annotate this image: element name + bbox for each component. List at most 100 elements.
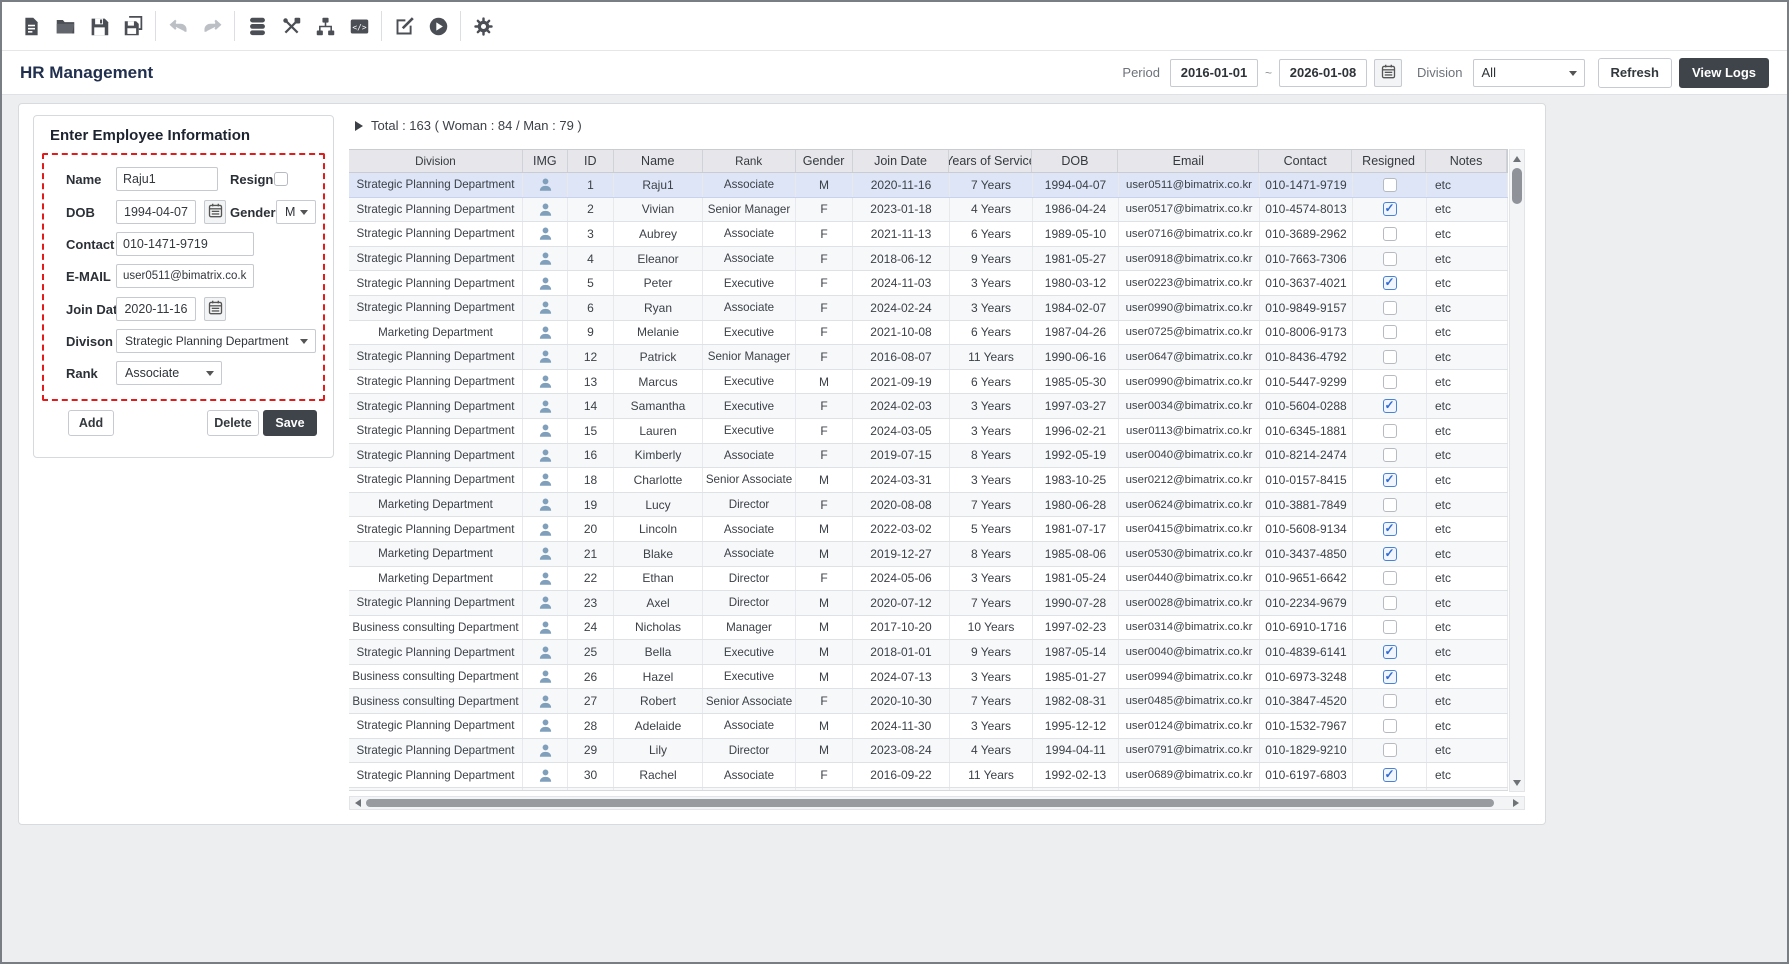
column-header[interactable]: Join Date <box>853 150 950 172</box>
resigned-checkbox[interactable] <box>1383 301 1397 315</box>
table-row[interactable] <box>349 788 1508 791</box>
column-header[interactable]: Contact <box>1259 150 1352 172</box>
resigned-checkbox[interactable] <box>1383 768 1397 782</box>
period-calendar-button[interactable] <box>1374 59 1402 87</box>
resigned-checkbox[interactable] <box>1383 743 1397 757</box>
horizontal-scrollbar[interactable] <box>349 796 1525 810</box>
column-header[interactable]: Notes <box>1426 150 1507 172</box>
column-header[interactable]: Resigned <box>1352 150 1426 172</box>
resigned-checkbox[interactable] <box>1383 227 1397 241</box>
scroll-left-arrow-icon[interactable] <box>351 797 365 809</box>
contact-field[interactable] <box>116 232 254 256</box>
save-icon[interactable] <box>82 10 116 42</box>
table-row[interactable]: Strategic Planning Department20LincolnAs… <box>349 517 1508 542</box>
table-row[interactable]: Marketing Department19LucyDirectorF2020-… <box>349 493 1508 518</box>
period-to-input[interactable] <box>1279 59 1367 87</box>
scroll-up-arrow-icon[interactable] <box>1510 151 1524 166</box>
name-field[interactable] <box>116 167 218 191</box>
table-row[interactable]: Marketing Department21BlakeAssociateM201… <box>349 542 1508 567</box>
column-header[interactable]: Years of Service <box>949 150 1032 172</box>
database-icon[interactable] <box>240 10 274 42</box>
resign-checkbox[interactable] <box>274 172 288 186</box>
scroll-right-arrow-icon[interactable] <box>1509 797 1523 809</box>
edit-icon[interactable] <box>387 10 421 42</box>
resigned-checkbox[interactable] <box>1383 719 1397 733</box>
resigned-checkbox[interactable] <box>1383 276 1397 290</box>
scroll-down-arrow-icon[interactable] <box>1510 775 1524 790</box>
table-row[interactable]: Strategic Planning Department29LilyDirec… <box>349 739 1508 764</box>
add-button[interactable]: Add <box>68 410 114 436</box>
column-header[interactable]: Email <box>1118 150 1259 172</box>
resigned-checkbox[interactable] <box>1383 252 1397 266</box>
open-folder-icon[interactable] <box>48 10 82 42</box>
table-row[interactable]: Strategic Planning Department30RachelAss… <box>349 763 1508 788</box>
column-header[interactable]: Gender <box>796 150 853 172</box>
table-row[interactable]: Strategic Planning Department6RyanAssoci… <box>349 296 1508 321</box>
email-field[interactable] <box>116 264 254 288</box>
code-icon[interactable]: </> <box>342 10 376 42</box>
table-row[interactable]: Strategic Planning Department16KimberlyA… <box>349 444 1508 469</box>
join-date-field[interactable] <box>116 297 196 321</box>
table-row[interactable]: Strategic Planning Department1Raju1Assoc… <box>349 173 1508 198</box>
table-row[interactable]: Strategic Planning Department28AdelaideA… <box>349 714 1508 739</box>
resigned-checkbox[interactable] <box>1383 522 1397 536</box>
table-row[interactable]: Strategic Planning Department18Charlotte… <box>349 468 1508 493</box>
sitemap-icon[interactable] <box>308 10 342 42</box>
resigned-checkbox[interactable] <box>1383 473 1397 487</box>
build-tools-icon[interactable] <box>274 10 308 42</box>
gender-select[interactable]: M <box>276 200 316 224</box>
table-row[interactable]: Strategic Planning Department12PatrickSe… <box>349 345 1508 370</box>
resigned-checkbox[interactable] <box>1383 670 1397 684</box>
column-header[interactable]: DOB <box>1032 150 1118 172</box>
settings-icon[interactable] <box>466 10 500 42</box>
save-button[interactable]: Save <box>263 410 317 436</box>
table-row[interactable]: Strategic Planning Department23AxelDirec… <box>349 591 1508 616</box>
resigned-checkbox[interactable] <box>1383 424 1397 438</box>
table-row[interactable]: Strategic Planning Department25BellaExec… <box>349 640 1508 665</box>
table-row[interactable]: Business consulting Department24Nicholas… <box>349 616 1508 641</box>
vertical-scrollbar[interactable] <box>1509 149 1525 792</box>
division-filter-select[interactable]: All <box>1473 59 1585 87</box>
save-all-icon[interactable] <box>116 10 150 42</box>
dob-field[interactable] <box>116 200 196 224</box>
column-header[interactable]: IMG <box>523 150 568 172</box>
join-date-calendar-button[interactable] <box>204 297 226 321</box>
table-row[interactable]: Strategic Planning Department3AubreyAsso… <box>349 222 1508 247</box>
table-row[interactable]: Strategic Planning Department14SamanthaE… <box>349 394 1508 419</box>
resigned-checkbox[interactable] <box>1383 178 1397 192</box>
rank-select[interactable]: Associate <box>116 361 222 385</box>
undo-icon[interactable] <box>161 10 195 42</box>
resigned-checkbox[interactable] <box>1383 350 1397 364</box>
dob-calendar-button[interactable] <box>204 200 226 224</box>
resigned-checkbox[interactable] <box>1383 645 1397 659</box>
refresh-button[interactable]: Refresh <box>1598 58 1672 88</box>
column-header[interactable]: ID <box>568 150 614 172</box>
table-row[interactable]: Marketing Department22EthanDirectorF2024… <box>349 567 1508 592</box>
table-row[interactable]: Strategic Planning Department5PeterExecu… <box>349 271 1508 296</box>
resigned-checkbox[interactable] <box>1383 375 1397 389</box>
table-row[interactable]: Strategic Planning Department2VivianSeni… <box>349 198 1508 223</box>
table-row[interactable]: Strategic Planning Department13MarcusExe… <box>349 370 1508 395</box>
column-header[interactable]: Rank <box>703 150 796 172</box>
table-row[interactable]: Business consulting Department26HazelExe… <box>349 665 1508 690</box>
period-from-input[interactable] <box>1170 59 1258 87</box>
resigned-checkbox[interactable] <box>1383 325 1397 339</box>
resigned-checkbox[interactable] <box>1383 448 1397 462</box>
resigned-checkbox[interactable] <box>1383 547 1397 561</box>
resigned-checkbox[interactable] <box>1383 399 1397 413</box>
resigned-checkbox[interactable] <box>1383 202 1397 216</box>
table-row[interactable]: Business consulting Department27RobertSe… <box>349 689 1508 714</box>
horizontal-scroll-thumb[interactable] <box>366 799 1494 807</box>
division-form-select[interactable]: Strategic Planning Department <box>116 329 316 353</box>
table-row[interactable]: Marketing Department9MelanieExecutiveF20… <box>349 321 1508 346</box>
view-logs-button[interactable]: View Logs <box>1679 58 1769 88</box>
run-icon[interactable] <box>421 10 455 42</box>
vertical-scroll-thumb[interactable] <box>1512 168 1522 204</box>
resigned-checkbox[interactable] <box>1383 620 1397 634</box>
table-row[interactable]: Strategic Planning Department15LaurenExe… <box>349 419 1508 444</box>
resigned-checkbox[interactable] <box>1383 571 1397 585</box>
resigned-checkbox[interactable] <box>1383 596 1397 610</box>
redo-icon[interactable] <box>195 10 229 42</box>
resigned-checkbox[interactable] <box>1383 694 1397 708</box>
resigned-checkbox[interactable] <box>1383 498 1397 512</box>
